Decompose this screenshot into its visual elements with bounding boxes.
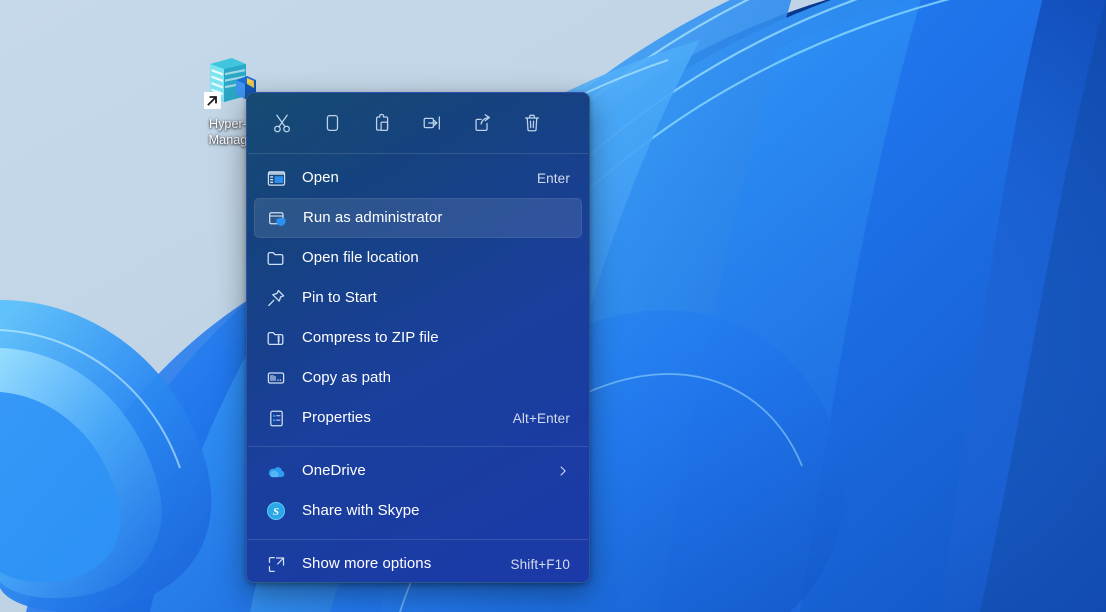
- separator-wrap: [247, 535, 589, 544]
- menu-item-compress-to-zip[interactable]: Compress to ZIP file: [254, 318, 582, 358]
- folder-icon: [264, 246, 288, 270]
- menu-item-label: Copy as path: [302, 369, 391, 386]
- context-menu[interactable]: Open Enter Run as administrator Open fil…: [246, 92, 590, 583]
- menu-item-copy-as-path[interactable]: Copy as path: [254, 358, 582, 398]
- zip-folder-icon: [264, 326, 288, 350]
- shield-window-icon: [265, 206, 289, 230]
- menu-item-label: Pin to Start: [302, 289, 377, 306]
- menu-separator-1: [248, 446, 588, 447]
- menu-group-primary: Open Enter Run as administrator Open fil…: [247, 154, 589, 442]
- show-more-icon: [264, 552, 288, 576]
- menu-item-accelerator: Shift+F10: [510, 556, 570, 572]
- menu-item-open-file-location[interactable]: Open file location: [254, 238, 582, 278]
- menu-item-label: Open: [302, 169, 339, 186]
- menu-item-open[interactable]: Open Enter: [254, 158, 582, 198]
- rename-icon[interactable]: [407, 104, 457, 142]
- copy-icon[interactable]: [307, 104, 357, 142]
- menu-group-more: Show more options Shift+F10: [247, 544, 589, 582]
- cut-icon[interactable]: [257, 104, 307, 142]
- copy-path-icon: [264, 366, 288, 390]
- paste-icon[interactable]: [357, 104, 407, 142]
- menu-item-label: Run as administrator: [303, 209, 443, 226]
- menu-item-accelerator: Enter: [536, 170, 570, 186]
- menu-item-properties[interactable]: Properties Alt+Enter: [254, 398, 582, 438]
- pin-icon: [264, 286, 288, 310]
- menu-item-show-more-options[interactable]: Show more options Shift+F10: [254, 544, 582, 582]
- chevron-right-icon: [556, 464, 570, 478]
- menu-group-apps: OneDrive S Share with Skype: [247, 451, 589, 535]
- properties-icon: [264, 406, 288, 430]
- menu-item-label: OneDrive: [302, 462, 366, 479]
- menu-item-accelerator: Alt+Enter: [512, 410, 570, 426]
- menu-item-onedrive[interactable]: OneDrive: [254, 451, 582, 491]
- menu-item-label: Open file location: [302, 249, 419, 266]
- share-icon[interactable]: [457, 104, 507, 142]
- separator-wrap: [247, 442, 589, 451]
- open-window-icon: [264, 166, 288, 190]
- menu-item-label: Share with Skype: [302, 502, 420, 519]
- menu-item-share-with-skype[interactable]: S Share with Skype: [254, 491, 582, 531]
- menu-item-label: Properties: [302, 409, 371, 426]
- svg-text:S: S: [273, 506, 279, 518]
- skype-icon: S: [264, 499, 288, 523]
- menu-separator-2: [248, 539, 588, 540]
- menu-item-label: Show more options: [302, 555, 432, 572]
- menu-item-pin-to-start[interactable]: Pin to Start: [254, 278, 582, 318]
- delete-icon[interactable]: [507, 104, 557, 142]
- onedrive-icon: [264, 459, 288, 483]
- menu-item-label: Compress to ZIP file: [302, 329, 439, 346]
- context-menu-command-bar[interactable]: [247, 93, 589, 153]
- menu-item-run-as-administrator[interactable]: Run as administrator: [254, 198, 582, 238]
